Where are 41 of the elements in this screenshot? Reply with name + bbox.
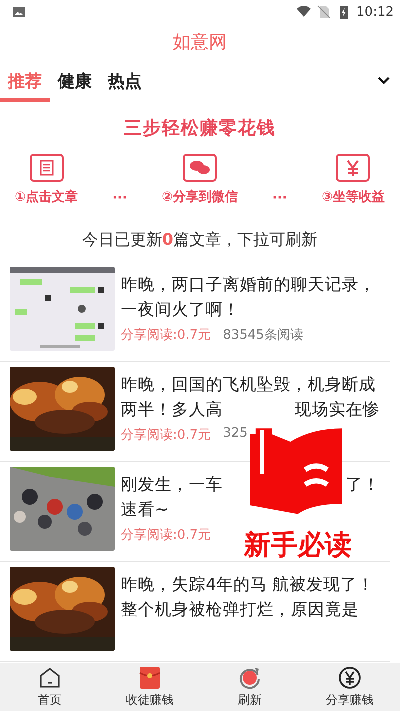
nav-item[interactable]: 首页 — [0, 663, 100, 711]
category-tab[interactable]: 健康 — [50, 60, 100, 102]
article-title[interactable]: 刚发生，一车 — [121, 472, 223, 497]
envelope-icon — [138, 666, 162, 690]
article-title[interactable]: 两半！多人高 — [121, 397, 223, 422]
step-separator: ··· — [112, 191, 128, 206]
article-title[interactable]: 昨晚，失踪4年的马 航被发现了！ — [121, 572, 375, 597]
image-icon — [12, 5, 26, 19]
yuan-icon — [336, 154, 370, 182]
article-title[interactable]: 了！ — [346, 472, 380, 497]
badge-label[interactable]: 新手必读 — [244, 526, 352, 566]
article-title[interactable]: 昨晚，回国的飞机坠毁，机身断成 — [121, 372, 376, 397]
step-label: ①点击文章 — [15, 188, 78, 206]
nav-item[interactable]: 刷新 — [200, 663, 300, 711]
home-icon — [38, 666, 62, 690]
step-label: ②分享到微信 — [162, 188, 238, 206]
update-notice: 今日已更新0篇文章，下拉可刷新 — [81, 230, 319, 251]
step-label: ③坐等收益 — [322, 189, 385, 206]
nav-item[interactable]: 收徒赚钱 — [100, 663, 200, 711]
share-reward: 分享阅读:0.7元 — [121, 427, 212, 444]
banner-title: 三步轻松赚零花钱 — [124, 117, 276, 140]
no-sim-icon — [316, 5, 331, 19]
share-reward: 分享阅读:0.7元 — [121, 527, 212, 544]
read-count: 325 — [223, 426, 248, 443]
yuan-icon — [338, 666, 362, 690]
app-title: 如意网 — [173, 31, 227, 54]
article-title[interactable]: 整个机身被枪弹打烂，原因竟是 — [121, 597, 359, 622]
category-tab[interactable]: 热点 — [100, 60, 150, 102]
status-time: 10:12 — [356, 4, 394, 20]
share-reward: 分享阅读:0.7元 — [121, 327, 212, 344]
refresh-icon — [238, 666, 262, 690]
wifi-icon — [296, 5, 311, 19]
step-separator: ··· — [272, 191, 288, 206]
article-title[interactable]: 速看~ — [121, 497, 169, 522]
chat-bubbles-icon — [182, 154, 217, 182]
nav-item[interactable]: 分享赚钱 — [300, 663, 400, 711]
article-title[interactable]: 昨晚，两口子离婚前的聊天记录， — [121, 272, 376, 297]
article-title[interactable]: 一夜间火了啊！ — [121, 297, 240, 322]
read-count: 83545条阅读 — [223, 327, 304, 344]
document-icon — [30, 154, 64, 182]
article-title[interactable]: 现场实在惨 — [295, 397, 380, 422]
